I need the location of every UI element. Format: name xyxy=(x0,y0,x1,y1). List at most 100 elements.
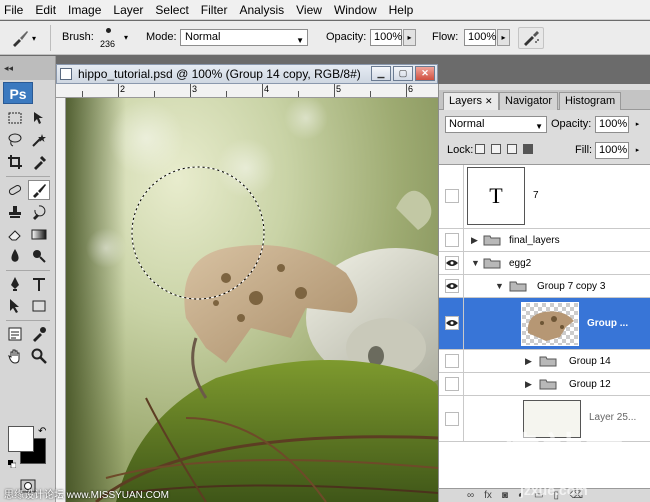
lock-transparency-icon[interactable] xyxy=(475,144,485,154)
ruler-label: 2 xyxy=(120,84,126,94)
history-brush-icon xyxy=(33,205,46,220)
tab-navigator[interactable]: Navigator xyxy=(499,92,559,110)
separator xyxy=(6,176,50,177)
tab-label: Navigator xyxy=(505,95,553,107)
tab-histogram[interactable]: Histogram xyxy=(559,92,622,110)
airbrush-toggle[interactable] xyxy=(518,27,544,49)
blend-mode-dropdown[interactable]: Normal ▼ xyxy=(445,116,547,133)
notes-tool[interactable] xyxy=(4,324,26,344)
expand-arrow-icon[interactable]: ▶ xyxy=(471,235,478,246)
eyedropper-tool[interactable] xyxy=(28,324,50,344)
menu-item-analysis[interactable]: Analysis xyxy=(233,0,290,20)
visibility-toggle[interactable] xyxy=(445,316,459,330)
pen-tool[interactable] xyxy=(4,274,26,294)
layer-row-selected[interactable]: Group ... xyxy=(439,298,650,350)
tab-label: Histogram xyxy=(565,95,616,107)
visibility-toggle[interactable] xyxy=(445,354,459,368)
shape-tool[interactable] xyxy=(28,296,50,316)
expand-arrow-icon[interactable]: ▶ xyxy=(525,356,532,367)
magic-wand-tool[interactable] xyxy=(28,130,50,150)
image-canvas[interactable] xyxy=(66,98,438,502)
layer-row[interactable]: ▼ Group 7 copy 3 xyxy=(439,275,650,298)
maximize-button[interactable]: ▢ xyxy=(393,66,413,81)
options-bar: ▾ Brush: 236 ▾ Mode: Normal ▼ Opacity: 1… xyxy=(0,21,650,55)
slice-tool[interactable] xyxy=(28,152,50,172)
tool-preset-picker[interactable]: ▾ xyxy=(8,26,38,50)
fill-stepper[interactable]: ▸ xyxy=(633,142,642,159)
layer-row[interactable]: T 7 xyxy=(439,165,650,229)
fill-input[interactable]: 100% xyxy=(595,142,629,159)
gradient-tool[interactable] xyxy=(28,224,50,244)
dodge-icon xyxy=(33,250,46,263)
lock-position-icon[interactable] xyxy=(507,144,517,154)
dodge-tool[interactable] xyxy=(28,246,50,266)
visibility-toggle[interactable] xyxy=(445,279,459,293)
magic-wand-icon xyxy=(32,134,46,147)
mode-label: Mode: xyxy=(146,31,177,43)
menu-item-view[interactable]: View xyxy=(290,0,328,20)
visibility-toggle[interactable] xyxy=(445,377,459,391)
menu-item-image[interactable]: Image xyxy=(62,0,107,20)
tab-layers[interactable]: Layers ✕ xyxy=(443,92,499,110)
opacity-stepper[interactable]: ▸ xyxy=(403,29,416,46)
opacity-input[interactable]: 100% xyxy=(370,29,402,46)
type-tool[interactable] xyxy=(28,274,50,294)
healing-tool[interactable] xyxy=(4,180,26,200)
brush-icon xyxy=(12,31,28,47)
close-icon[interactable]: ✕ xyxy=(485,96,493,106)
add-mask-icon[interactable]: ◙ xyxy=(502,490,508,501)
document-window: hippo_tutorial.psd @ 100% (Group 14 copy… xyxy=(56,56,438,502)
collapse-arrow-icon[interactable]: ▼ xyxy=(495,281,504,291)
layer-opacity-stepper[interactable]: ▸ xyxy=(633,116,642,133)
menu-item-layer[interactable]: Layer xyxy=(107,0,149,20)
swap-colors-icon[interactable]: ↶ xyxy=(38,426,46,437)
history-brush-tool[interactable] xyxy=(28,202,50,222)
visibility-toggle[interactable] xyxy=(445,412,459,426)
flow-stepper[interactable]: ▸ xyxy=(497,29,510,46)
brush-preview[interactable] xyxy=(106,28,111,33)
foreground-color-swatch[interactable] xyxy=(8,426,34,452)
zoom-icon xyxy=(31,348,47,364)
layer-row[interactable]: ▶ Group 12 xyxy=(439,373,650,396)
lasso-tool[interactable] xyxy=(4,130,26,150)
menu-item-window[interactable]: Window xyxy=(328,0,383,20)
flow-input[interactable]: 100% xyxy=(464,29,496,46)
visibility-toggle[interactable] xyxy=(445,189,459,203)
close-button[interactable]: ✕ xyxy=(415,66,435,81)
visibility-toggle[interactable] xyxy=(445,256,459,270)
layer-row[interactable]: ▼ egg2 xyxy=(439,252,650,275)
hand-tool[interactable] xyxy=(4,346,26,366)
expand-arrow-icon[interactable]: ▶ xyxy=(525,379,532,390)
link-layers-icon[interactable]: ∞ xyxy=(467,490,474,501)
zoom-tool[interactable] xyxy=(28,346,50,366)
brush-picker-arrow[interactable]: ▾ xyxy=(124,33,128,42)
menu-item-file[interactable]: File xyxy=(0,0,29,20)
minimize-button[interactable]: ▁ xyxy=(371,66,391,81)
default-colors-icon[interactable] xyxy=(8,460,16,468)
visibility-toggle[interactable] xyxy=(445,233,459,247)
document-titlebar[interactable]: hippo_tutorial.psd @ 100% (Group 14 copy… xyxy=(56,64,438,84)
bandage-icon xyxy=(8,185,22,195)
crop-tool[interactable] xyxy=(4,152,26,172)
blur-tool[interactable] xyxy=(4,246,26,266)
brush-tool[interactable] xyxy=(28,180,50,200)
lock-all-icon[interactable] xyxy=(523,144,533,154)
menu-item-select[interactable]: Select xyxy=(149,0,194,20)
layer-row[interactable]: ▶ Group 14 xyxy=(439,350,650,373)
lock-pixels-icon[interactable] xyxy=(491,144,501,154)
collapse-icon[interactable]: ◂◂ xyxy=(4,63,13,74)
layer-style-icon[interactable]: fx xyxy=(484,490,492,501)
marquee-tool[interactable] xyxy=(4,108,26,128)
eraser-tool[interactable] xyxy=(4,224,26,244)
path-selection-tool[interactable] xyxy=(4,296,26,316)
collapse-arrow-icon[interactable]: ▼ xyxy=(471,258,480,268)
menu-item-edit[interactable]: Edit xyxy=(29,0,62,20)
text-layer-thumbnail: T xyxy=(467,167,525,225)
mode-dropdown[interactable]: Normal ▼ xyxy=(180,29,308,46)
menu-item-filter[interactable]: Filter xyxy=(195,0,234,20)
menu-item-help[interactable]: Help xyxy=(383,0,420,20)
layer-opacity-input[interactable]: 100% xyxy=(595,116,629,133)
clone-stamp-tool[interactable] xyxy=(4,202,26,222)
layer-row[interactable]: ▶ final_layers xyxy=(439,229,650,252)
move-tool[interactable] xyxy=(28,108,50,128)
